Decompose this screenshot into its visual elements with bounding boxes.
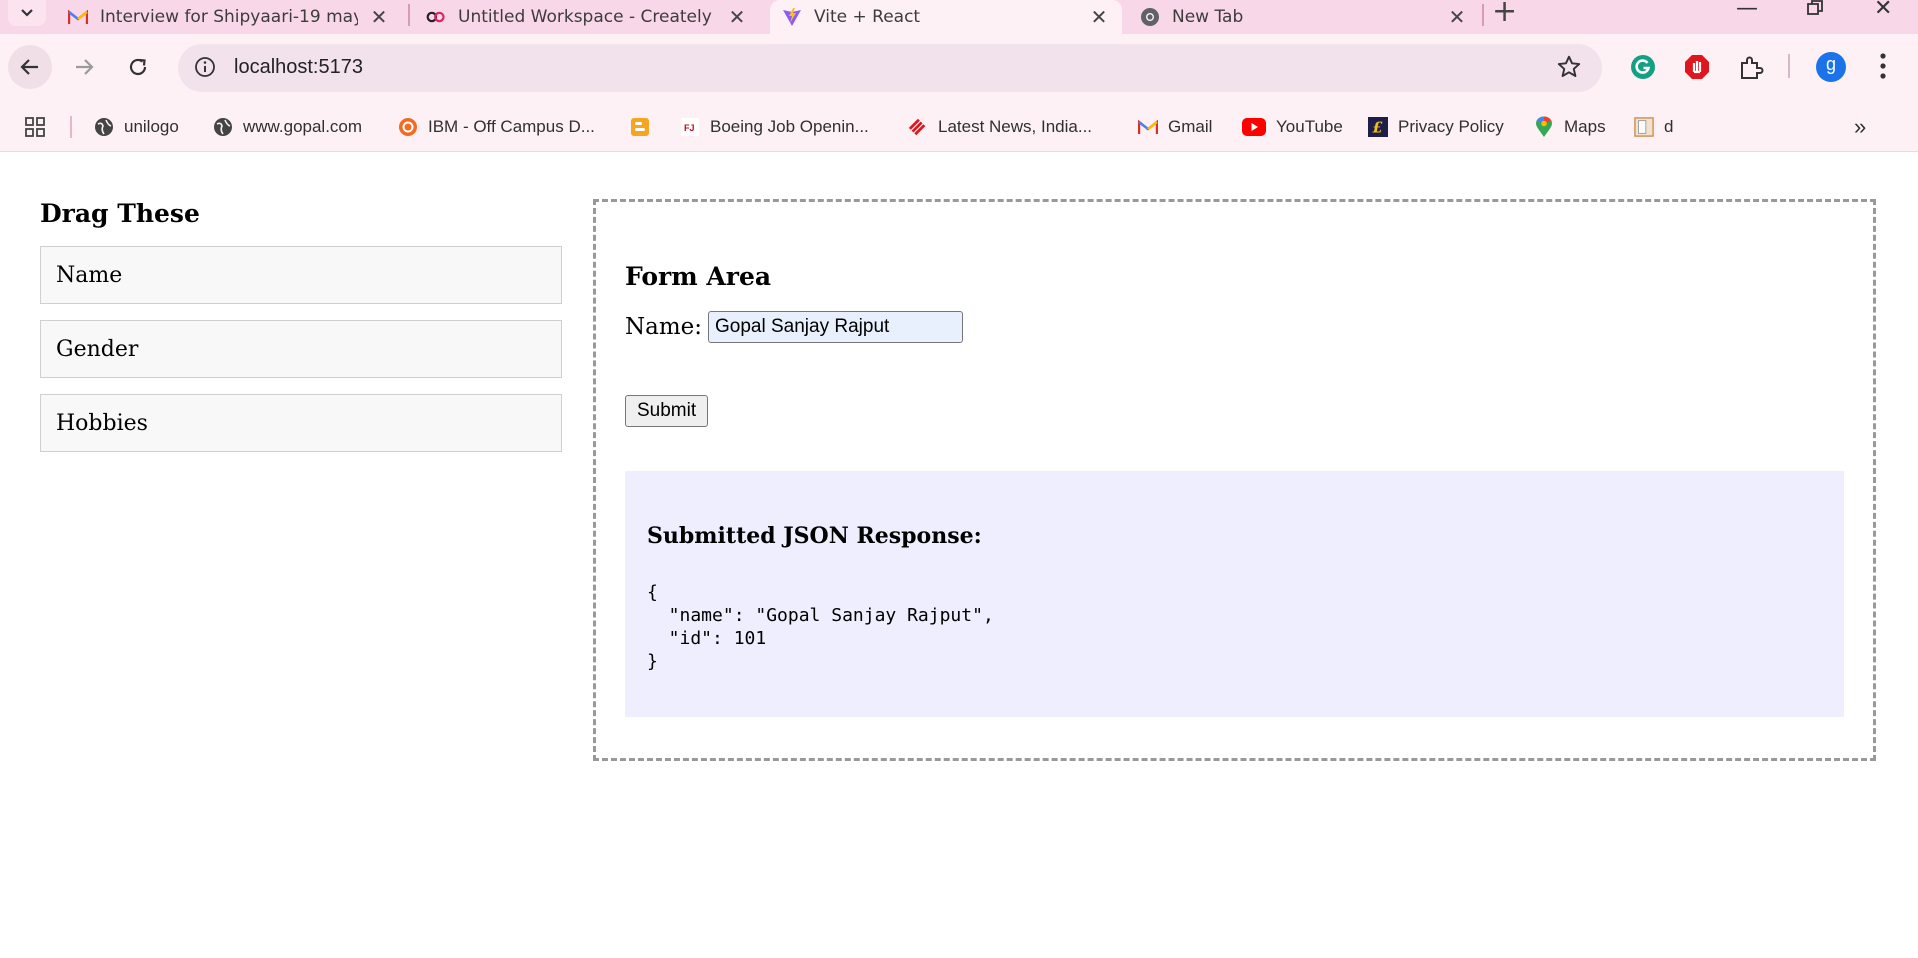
tab-new-tab[interactable]: New Tab ✕ [1128, 0, 1480, 34]
avatar-initial: g [1825, 54, 1836, 74]
youtube-icon [1242, 117, 1266, 137]
draggable-hobbies-field[interactable]: Hobbies [40, 394, 562, 452]
globe-icon [213, 117, 233, 137]
bookmark-youtube[interactable]: YouTube [1242, 114, 1343, 140]
bookmark-privacy-policy[interactable]: £ Privacy Policy [1368, 114, 1504, 140]
creately-icon [426, 7, 446, 27]
tab-separator [408, 4, 410, 26]
address-url[interactable]: localhost:5173 [234, 56, 363, 79]
bookmark-maps[interactable]: Maps [1534, 114, 1606, 140]
close-icon[interactable]: ✕ [368, 5, 390, 29]
json-response-panel: Submitted JSON Response: { "name": "Gopa… [625, 471, 1844, 717]
apps-grid-icon[interactable] [24, 114, 46, 140]
arrow-left-icon [20, 59, 38, 75]
forward-button[interactable] [62, 45, 106, 89]
svg-text:£: £ [1373, 119, 1383, 136]
avatar[interactable]: g [1816, 52, 1846, 86]
name-label: Name: [625, 314, 703, 340]
blogger-icon [630, 117, 650, 137]
submit-button[interactable]: Submit [625, 395, 709, 427]
bookmark-latest-news[interactable]: Latest News, India... [908, 114, 1092, 140]
image-thumbnail-icon [1634, 117, 1654, 137]
privacy-policy-icon: £ [1368, 117, 1388, 137]
tab-vite-react[interactable]: Vite + React ✕ [770, 0, 1122, 34]
svg-text:FJ: FJ [684, 123, 695, 133]
grammarly-icon[interactable] [1630, 54, 1656, 84]
tab-title: New Tab [1172, 7, 1244, 27]
close-icon[interactable]: ✕ [1088, 5, 1110, 29]
close-window-icon[interactable]: ✕ [1874, 0, 1892, 21]
bookmark-d[interactable]: d [1634, 114, 1673, 140]
back-button[interactable] [8, 45, 52, 89]
bookmarks-bar: unilogo www.gopal.com IBM - Off Campus D… [0, 102, 1918, 152]
tab-gmail-interview[interactable]: Interview for Shipyaari-19 may( ✕ [56, 0, 402, 34]
close-icon[interactable]: ✕ [1446, 5, 1468, 29]
tab-title: Interview for Shipyaari-19 may( [100, 7, 358, 27]
maps-pin-icon [1534, 116, 1554, 137]
drag-palette: Drag These Name Gender Hobbies [40, 199, 562, 468]
vite-icon [782, 7, 802, 27]
draggable-gender-field[interactable]: Gender [40, 320, 562, 378]
gmail-icon [1138, 117, 1158, 137]
tab-separator [1482, 4, 1484, 26]
address-bar[interactable]: localhost:5173 [178, 44, 1602, 92]
extensions-icon[interactable] [1738, 54, 1764, 84]
close-icon[interactable]: ✕ [726, 5, 748, 29]
menu-dots-icon[interactable] [1878, 52, 1888, 84]
star-icon[interactable] [1556, 54, 1582, 84]
more-bookmarks-icon[interactable]: » [1854, 114, 1866, 140]
minimize-icon[interactable]: — [1736, 0, 1758, 21]
bookmark-blogger[interactable] [630, 114, 660, 140]
palette-title: Drag These [40, 199, 200, 228]
globe-icon [94, 117, 114, 137]
tab-title: Untitled Workspace - Creately [458, 7, 712, 27]
page-content: Drag These Name Gender Hobbies Form Area… [0, 153, 1918, 958]
response-json: { "name": "Gopal Sanjay Rajput", "id": 1… [647, 582, 994, 672]
bookmark-ibm[interactable]: IBM - Off Campus D... [398, 114, 595, 140]
tab-creately[interactable]: Untitled Workspace - Creately ✕ [414, 0, 760, 34]
bookmark-gopal[interactable]: www.gopal.com [213, 114, 362, 140]
chrome-icon [1140, 7, 1160, 27]
toolbar-separator [1788, 54, 1790, 78]
site-info-icon[interactable] [194, 56, 216, 82]
name-row: Name: [625, 311, 1844, 343]
boeing-icon: FJ [680, 117, 700, 137]
name-input[interactable] [708, 311, 964, 343]
arrow-right-icon [76, 59, 94, 75]
gmail-icon [68, 7, 88, 27]
chevron-down-icon [21, 9, 33, 17]
form-title: Form Area [625, 262, 772, 291]
response-title: Submitted JSON Response: [647, 523, 982, 549]
tab-strip: Interview for Shipyaari-19 may( ✕ Untitl… [0, 0, 1918, 34]
tab-title: Vite + React [814, 7, 921, 27]
restore-icon[interactable] [1806, 0, 1824, 23]
bookmark-gmail[interactable]: Gmail [1138, 114, 1212, 140]
adblock-icon[interactable] [1684, 54, 1710, 84]
reload-button[interactable] [116, 45, 160, 89]
tab-search-button[interactable] [8, 0, 46, 26]
bookmarks-separator [70, 116, 72, 138]
bookmark-unilogo[interactable]: unilogo [94, 114, 179, 140]
new-tab-icon[interactable]: + [1492, 0, 1517, 29]
news-icon [908, 117, 928, 137]
browser-toolbar: localhost:5173 g [0, 34, 1918, 102]
bookmark-boeing[interactable]: FJ Boeing Job Openin... [680, 114, 869, 140]
reload-icon [129, 58, 147, 76]
ibm-icon [398, 117, 418, 137]
form-drop-area[interactable]: Form Area Name: Submit Submitted JSON Re… [593, 199, 1876, 761]
draggable-name-field[interactable]: Name [40, 246, 562, 304]
